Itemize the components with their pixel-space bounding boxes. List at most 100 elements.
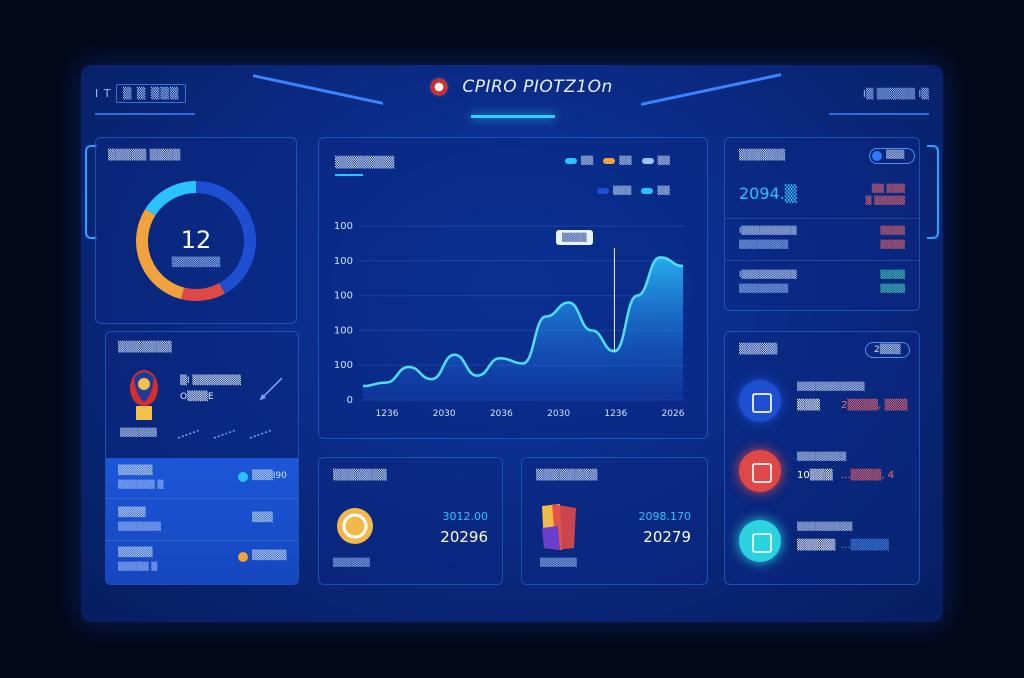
dashboard-frame: I T ▒ ▒ ▒▒▒ CPIRO PIOTZ1On I▒ ▒▒▒▒▒ I▒ ▒… [81, 65, 943, 622]
stats-headline: 2094.▒ [739, 184, 798, 203]
rank-panel-title: ▒▒▒▒▒ [739, 344, 778, 355]
x-tick-label: 1236 [604, 409, 627, 419]
stat-card-title: ▒▒▒▒▒▒▒ [333, 470, 387, 481]
refresh-icon [739, 520, 781, 562]
stat-card-main: 20296 [440, 528, 488, 546]
area-chart: 0 100 100 100 100 100 1236 2030 2036 2030 1236 2026 [334, 221, 685, 419]
rank-item-value2: ...▒▒▒▒, 4 [841, 470, 895, 481]
rank-item-label: ▒▒▒▒▒▒▒▒▒ [797, 522, 853, 531]
rank-item-label: ▒▒▒▒▒▒▒▒▒▒▒ [797, 382, 865, 391]
sublist-dot-3 [238, 552, 248, 562]
header-accent-right [641, 73, 781, 106]
x-tick-label: 1236 [376, 409, 399, 419]
sublist-label-2: ▒▒▒▒ [118, 508, 146, 518]
chart-icon [739, 380, 781, 422]
stats-panel-title: ▒▒▒▒▒▒ [739, 150, 786, 161]
stats-headline-note: ▒ ▒▒▒▒▒ [865, 196, 905, 205]
app-title-wrap: CPIRO PIOTZ1On [421, 77, 621, 97]
stats-toggle[interactable]: ▒▒▒ [869, 148, 915, 164]
trophy-subline: O▒▒▒E [180, 392, 214, 402]
sublist-sub-3: ▒▒▒▒▒ ▒ [118, 562, 158, 571]
trophy-headline: ▒I ▒▒▒▒▒▒▒ [180, 376, 241, 386]
stats-row-sub: ▒▒▒▒▒▒▒▒ [739, 284, 789, 293]
trophy-panel-title: ▒▒▒▒▒▒▒ [118, 342, 172, 353]
area-fill [363, 257, 683, 400]
x-tick-label: 2030 [547, 409, 570, 419]
stat-card-top: 3012.00 [442, 510, 489, 523]
donut-segment-red[interactable] [181, 282, 225, 301]
header-left-nav[interactable]: I T ▒ ▒ ▒▒▒ [95, 84, 187, 103]
rank-item-value: ▒▒▒ [797, 400, 821, 411]
stats-right-top: ▒▒ ▒▒▒ [871, 184, 905, 193]
y-tick-label: 100 [334, 221, 353, 232]
trophy-caption: ▒▒▒▒▒▒ [120, 428, 157, 437]
trophy-panel: ▒▒▒▒▒▒▒ ▒▒▒▒▒▒ ▒I ▒▒▒▒▒▒▒ O▒▒▒E ▒▒▒▒▒ ▒▒… [105, 331, 299, 585]
app-icon [542, 504, 576, 550]
stats-row-label: I▒▒▒▒▒▒▒▒▒ [739, 226, 797, 235]
rank-item-value: ▒▒▒▒▒ [797, 540, 836, 551]
donut-segment-cyan[interactable] [145, 181, 197, 216]
y-tick-label: 0 [347, 395, 353, 406]
sublist-dot-1 [238, 472, 248, 482]
stat-card-main: 20279 [643, 528, 691, 546]
area-chart-panel: ▒▒▒▒▒▒▒ ▒▒ ▒▒ ▒▒ ▒▒▒ ▒▒ 0 100 100 100 100 100 123… [318, 137, 708, 439]
rank-icon-inner [752, 393, 772, 413]
trophy-icon [130, 370, 158, 420]
rank-item[interactable]: ▒▒▒▒▒▒▒▒▒▒▒ ▒▒▒ 2▒▒▒▒, ▒▒▒ [725, 372, 919, 432]
rank-item-value2: ...▒▒▒▒▒ [841, 540, 889, 551]
chart-tooltip: ▒▒▒▒ [556, 230, 593, 245]
world-cup-logo-icon [429, 77, 450, 97]
header-left-box[interactable]: ▒ ▒ ▒▒▒ [115, 84, 187, 103]
sublist-value-2: ▒▒▒ [252, 513, 273, 523]
header-divider-left [95, 113, 195, 115]
sublist-divider [106, 498, 298, 499]
y-tick-label: 100 [334, 325, 353, 336]
rank-icon-inner [752, 463, 772, 483]
progress-dashes [177, 429, 273, 439]
pencil-icon[interactable] [256, 374, 286, 404]
stat-card-2[interactable]: ▒▒▒▒▒▒▒▒ 2098.170 20279 ▒▒▒▒▒▒ [521, 457, 708, 585]
stats-panel: ▒▒▒▒▒▒ ▒▒▒ 2094.▒ ▒▒ ▒▒▒ ▒ ▒▒▒▒▒ I▒▒▒▒▒▒… [724, 137, 920, 311]
stat-card-title: ▒▒▒▒▒▒▒▒ [536, 470, 598, 481]
stat-card-sub: ▒▒▒▒▒▒ [540, 558, 577, 567]
y-tick-label: 100 [334, 256, 353, 267]
sublist-sub-1: ▒▒▒▒▒▒ ▒ [118, 480, 164, 489]
rank-badge[interactable]: 2▒▒▒ [865, 342, 910, 358]
stats-divider [725, 218, 919, 219]
header-left-text: I T [95, 87, 112, 100]
rank-item[interactable]: ▒▒▒▒▒▒▒▒ 10▒▒▒ ...▒▒▒▒, 4 [725, 442, 919, 502]
stat-card-top: 2098.170 [638, 510, 692, 523]
sublist-value-1: ▒▒▒I90 [252, 471, 287, 481]
x-tick-label: 2036 [490, 409, 513, 419]
rank-item[interactable]: ▒▒▒▒▒▒▒▒▒ ▒▒▒▒▒ ...▒▒▒▒▒ [725, 512, 919, 572]
header-right-controls[interactable]: I▒ ▒▒▒▒▒ I▒ [863, 89, 929, 100]
sublist-divider [106, 540, 298, 541]
donut-center-value: 12 [180, 226, 212, 254]
donut-panel: ▒▒▒▒▒ ▒▒▒▒ 12 ▒▒▒▒▒▒▒ [95, 137, 297, 324]
rank-item-label: ▒▒▒▒▒▒▒▒ [797, 452, 847, 461]
sublist-value-3: ▒▒▒▒▒ [252, 551, 287, 561]
stats-row-sub: ▒▒▒▒▒▒▒▒ [739, 240, 789, 249]
rank-item-value2: 2▒▒▒▒, ▒▒▒ [841, 400, 908, 411]
stats-divider [725, 260, 919, 261]
coin-icon [337, 508, 373, 544]
toggle-knob [872, 151, 882, 161]
x-tick-label: 2030 [433, 409, 456, 419]
stats-row-right2: ▒▒▒▒ [880, 284, 905, 293]
frame-corner-right [927, 145, 939, 239]
stats-row-right: ▒▒▒▒ [880, 226, 905, 235]
stats-row-label: I▒▒▒▒▒▒▒▒▒ [739, 270, 797, 279]
rank-item-value: 10▒▒▒ [797, 470, 833, 481]
toggle-label: ▒▒▒ [886, 150, 905, 159]
trophy-sublist: ▒▒▒▒▒ ▒▒▒▒▒▒ ▒ ▒▒▒I90 ▒▒▒▒ ▒▒▒▒▒▒▒ ▒▒▒ ▒… [106, 458, 298, 584]
donut-center-label: ▒▒▒▒▒▒▒ [171, 258, 221, 268]
header-accent-left [253, 74, 383, 105]
sublist-sub-2: ▒▒▒▒▒▒▒ [118, 522, 162, 531]
stat-card-1[interactable]: ▒▒▒▒▒▒▒ 3012.00 20296 ▒▒▒▒▒▒ [318, 457, 503, 585]
app-title: CPIRO PIOTZ1On [462, 77, 613, 97]
rank-icon-inner [752, 533, 772, 553]
stats-row-right2: ▒▒▒▒ [880, 240, 905, 249]
title-underline [471, 115, 555, 118]
y-tick-label: 100 [334, 360, 353, 371]
rank-panel: ▒▒▒▒▒ 2▒▒▒ ▒▒▒▒▒▒▒▒▒▒▒ ▒▒▒ 2▒▒▒▒, ▒▒▒ ▒▒▒▒▒… [724, 331, 920, 585]
